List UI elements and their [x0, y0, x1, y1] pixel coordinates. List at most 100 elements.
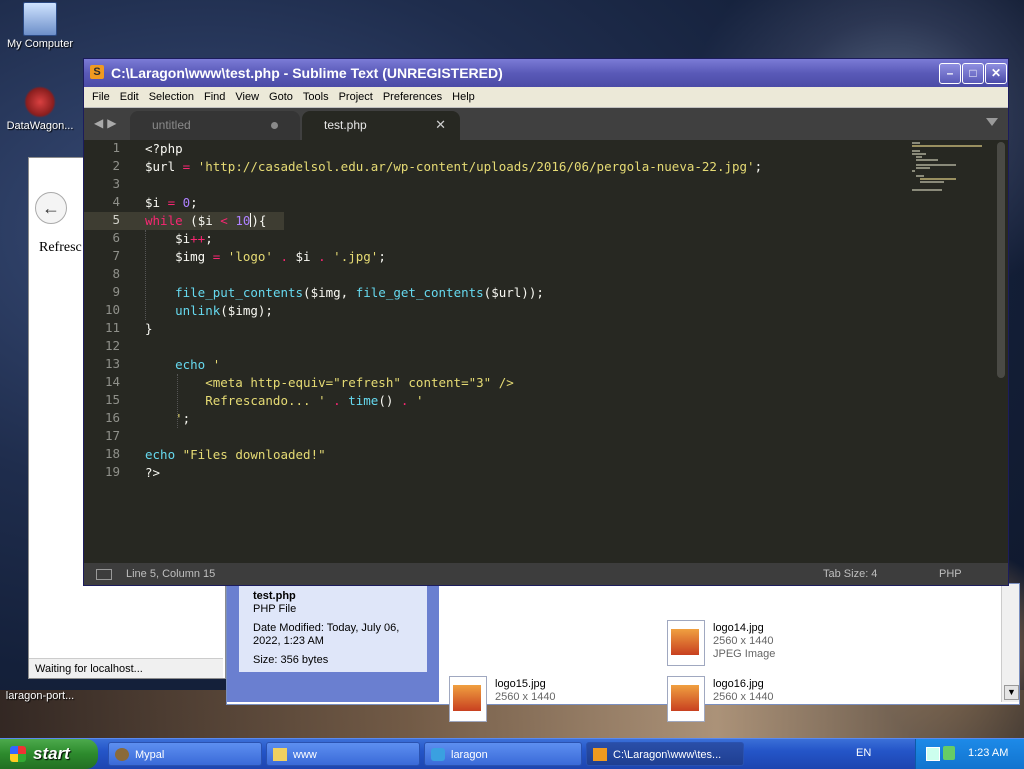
- tab-bar: ◀▶ untitled test.php ✕: [84, 108, 1008, 140]
- line-number: 17: [104, 428, 120, 443]
- line-number: 8: [112, 266, 120, 281]
- file-item-logo15[interactable]: logo15.jpg 2560 x 1440: [495, 678, 556, 704]
- tray-app-icon[interactable]: [943, 746, 955, 760]
- sublime-app-icon[interactable]: S: [90, 65, 104, 79]
- code-line-18: echo "Files downloaded!": [145, 447, 326, 462]
- code-line-1: <?php: [145, 141, 183, 156]
- code-editor[interactable]: 1 2 3 4 5 6 7 8 9 10 11 12 13 14 15 16 1…: [84, 140, 1008, 563]
- page-body-text: Refresc: [39, 240, 82, 255]
- details-filename: test.php: [253, 590, 296, 602]
- windows-flag-icon: [10, 746, 26, 762]
- taskbar-item-mypal[interactable]: Mypal: [108, 742, 262, 766]
- code-line-6: $i++;: [145, 231, 213, 246]
- menu-project[interactable]: Project: [334, 87, 378, 107]
- menu-goto[interactable]: Goto: [264, 87, 298, 107]
- details-modified: Date Modified: Today, July 06, 2022, 1:2…: [253, 622, 400, 647]
- jpeg-file-icon[interactable]: [667, 676, 705, 722]
- unsaved-dot-icon[interactable]: [271, 122, 278, 129]
- menu-bar: File Edit Selection Find View Goto Tools Projec…: [84, 87, 1008, 108]
- system-tray: 1:23 AM: [915, 739, 1024, 769]
- tab-dropdown-icon[interactable]: [986, 118, 998, 126]
- taskbar-item-laragon[interactable]: laragon: [424, 742, 582, 766]
- tab-test-php[interactable]: test.php ✕: [302, 111, 460, 140]
- line-number: 12: [104, 338, 120, 353]
- line-number: 6: [112, 230, 120, 245]
- file-type: JPEG Image: [713, 648, 776, 660]
- vertical-scrollbar[interactable]: [997, 142, 1005, 378]
- tab-untitled[interactable]: untitled: [130, 111, 300, 140]
- menu-edit[interactable]: Edit: [115, 87, 144, 107]
- taskbar-item-sublime[interactable]: C:\Laragon\www\tes...: [586, 742, 744, 766]
- explorer-window[interactable]: test.php PHP File Date Modified: Today, …: [226, 583, 1020, 722]
- menu-preferences[interactable]: Preferences: [378, 87, 447, 107]
- tab-size-indicator[interactable]: Tab Size: 4: [823, 568, 877, 580]
- menu-selection[interactable]: Selection: [144, 87, 199, 107]
- tab-nav-arrows-icon[interactable]: ◀▶: [94, 116, 120, 130]
- file-name: logo16.jpg: [713, 678, 764, 690]
- cursor-position[interactable]: Line 5, Column 15: [126, 568, 215, 580]
- code-line-19: ?>: [145, 465, 161, 480]
- code-line-4: $i = 0;: [145, 195, 198, 210]
- taskbar: start Mypal www laragon C:\Laragon\www\t…: [0, 738, 1024, 769]
- line-number: 7: [112, 248, 120, 263]
- tray-network-icon[interactable]: [926, 747, 940, 761]
- clock[interactable]: 1:23 AM: [968, 747, 1008, 759]
- menu-tools[interactable]: Tools: [298, 87, 334, 107]
- taskbar-item-www[interactable]: www: [266, 742, 420, 766]
- window-title: C:\Laragon\www\test.php - Sublime Text (…: [111, 65, 503, 81]
- line-number: 9: [112, 284, 120, 299]
- close-tab-icon[interactable]: ✕: [435, 117, 446, 133]
- desktop-icon-my-computer[interactable]: My Computer: [0, 2, 80, 50]
- minimize-button[interactable]: –: [939, 63, 961, 84]
- details-size: Size: 356 bytes: [253, 654, 329, 666]
- line-number: 15: [104, 392, 120, 407]
- datawagon-icon: [24, 86, 56, 118]
- code-line-5: while ($i < 10){: [145, 213, 267, 228]
- scroll-down-icon[interactable]: ▼: [1004, 685, 1019, 700]
- jpeg-file-icon[interactable]: [667, 620, 705, 666]
- code-line-11: }: [145, 321, 153, 336]
- file-item-logo14[interactable]: logo14.jpg 2560 x 1440 JPEG Image: [713, 622, 775, 661]
- console-toggle-icon[interactable]: [96, 569, 112, 580]
- menu-file[interactable]: File: [87, 87, 115, 107]
- title-bar[interactable]: S C:\Laragon\www\test.php - Sublime Text…: [84, 59, 1008, 87]
- menu-help[interactable]: Help: [447, 87, 480, 107]
- mypal-icon: [115, 748, 129, 761]
- menu-view[interactable]: View: [230, 87, 264, 107]
- desktop-icon-datawagon[interactable]: DataWagon...: [0, 86, 80, 132]
- syntax-indicator[interactable]: PHP: [939, 568, 962, 580]
- tab-label: untitled: [152, 118, 191, 132]
- code-line-7: $img = 'logo' . $i . '.jpg';: [145, 249, 386, 264]
- code-line-14: <meta http-equiv="refresh" content="3" /…: [145, 375, 514, 390]
- language-indicator[interactable]: EN: [856, 747, 871, 759]
- maximize-button[interactable]: □: [962, 63, 984, 84]
- line-number: 13: [104, 356, 120, 371]
- line-number: 14: [104, 374, 120, 389]
- line-gutter: 1 2 3 4 5 6 7 8 9 10 11 12 13 14 15 16 1…: [84, 140, 132, 563]
- file-dims: 2560 x 1440: [713, 691, 774, 703]
- jpeg-file-icon[interactable]: [449, 676, 487, 722]
- close-button[interactable]: ✕: [985, 63, 1007, 84]
- code-line-13: echo ': [175, 357, 221, 372]
- desktop-icon-label: DataWagon...: [6, 120, 74, 132]
- laragon-icon: [431, 748, 445, 761]
- desktop-icon-laragon-portable[interactable]: laragon-port...: [0, 690, 80, 702]
- browser-status-bar: Waiting for localhost...: [29, 658, 223, 678]
- sublime-window[interactable]: S C:\Laragon\www\test.php - Sublime Text…: [83, 58, 1009, 586]
- line-number: 3: [112, 176, 120, 191]
- menu-find[interactable]: Find: [199, 87, 230, 107]
- line-number: 1: [112, 140, 120, 155]
- file-item-logo16[interactable]: logo16.jpg 2560 x 1440: [713, 678, 774, 704]
- minimap[interactable]: [912, 140, 992, 200]
- line-number: 2: [112, 158, 120, 173]
- desktop-icon-label: My Computer: [6, 38, 74, 50]
- back-arrow-icon[interactable]: ←: [35, 192, 67, 224]
- folder-icon: [273, 748, 287, 761]
- line-number: 16: [104, 410, 120, 425]
- explorer-scrollbar[interactable]: ▼: [1001, 584, 1019, 702]
- tab-label: test.php: [324, 118, 367, 132]
- computer-icon: [23, 2, 57, 36]
- start-button[interactable]: start: [0, 739, 98, 769]
- code-line-16: ';: [145, 411, 191, 426]
- file-name: logo15.jpg: [495, 678, 546, 690]
